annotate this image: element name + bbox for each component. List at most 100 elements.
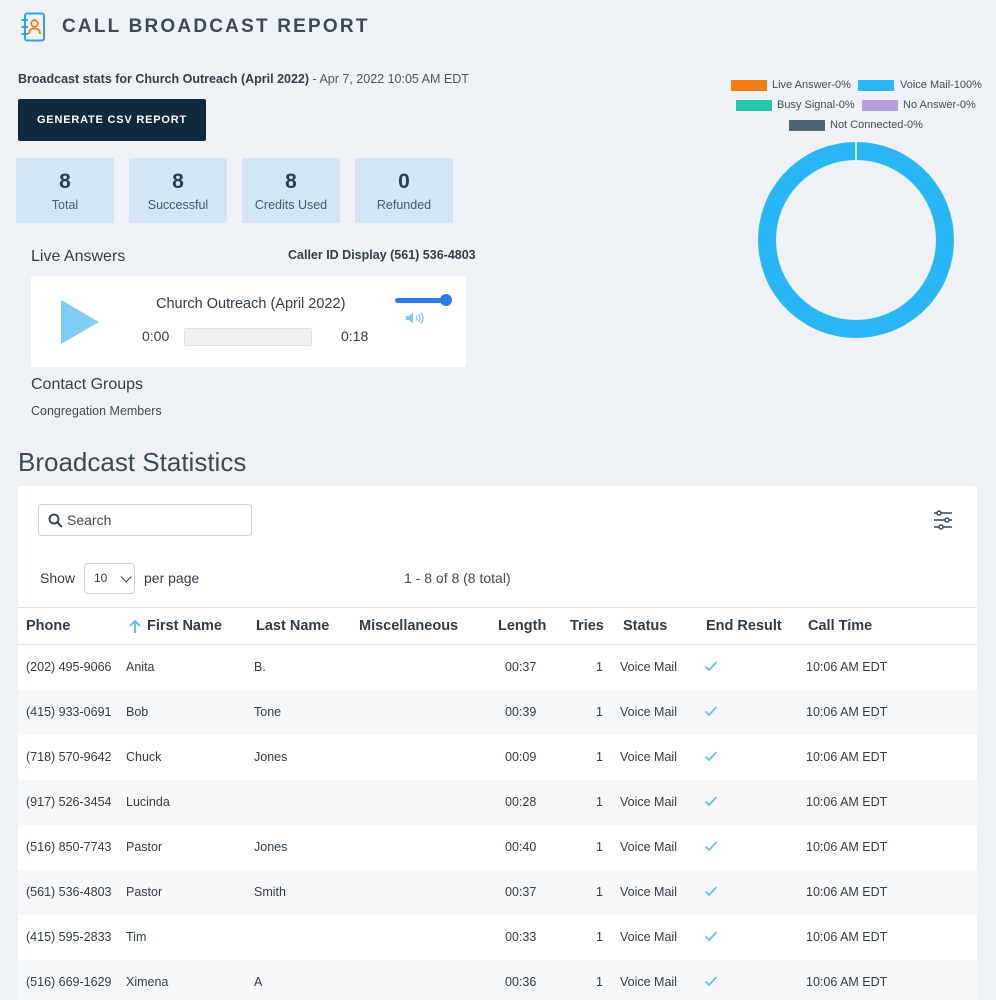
cell-first-name: Ximena [126, 975, 169, 989]
stat-value: 0 [398, 170, 410, 193]
checkmark-icon [704, 751, 718, 762]
volume-icon[interactable] [405, 311, 425, 325]
duration: 0:18 [341, 328, 369, 344]
broadcast-subtitle: Broadcast stats for Church Outreach (Apr… [18, 72, 469, 86]
cell-length: 00:39 [505, 705, 537, 719]
cell-status: Voice Mail [620, 930, 677, 944]
cell-status: Voice Mail [620, 885, 677, 899]
cell-first-name: Chuck [126, 750, 162, 764]
table-row[interactable]: (415) 933-0691 Bob Tone 00:39 1 Voice Mail 10:… [18, 690, 977, 735]
volume-slider-handle[interactable] [440, 294, 452, 306]
cell-first-name: Tim [126, 930, 147, 944]
stat-credits-used: 8 Credits Used [242, 158, 340, 223]
cell-tries: 1 [596, 660, 603, 674]
legend-busy-signal: Busy Signal-0% [777, 99, 855, 111]
contact-groups-title: Contact Groups [31, 376, 144, 393]
search-box[interactable] [38, 504, 252, 536]
table-row[interactable]: (561) 536-4803 Pastor Smith 00:37 1 Voice Mai… [18, 870, 977, 915]
checkmark-icon [704, 706, 718, 717]
per-page-value: 10 [94, 571, 108, 585]
legend-no-answer: No Answer-0% [903, 99, 976, 111]
cell-first-name: Pastor [126, 885, 163, 899]
cell-status: Voice Mail [620, 660, 677, 674]
cell-length: 00:40 [505, 840, 537, 854]
table-row[interactable]: (516) 850-7743 Pastor Jones 00:40 1 Voice Mai… [18, 825, 977, 870]
col-last-name[interactable]: Last Name [256, 618, 329, 634]
cell-status: Voice Mail [620, 975, 677, 989]
cell-last-name: Tone [254, 705, 282, 719]
table-row[interactable]: (415) 595-2833 Tim 00:33 1 Voice Mail 10:06 A… [18, 915, 977, 960]
current-time: 0:00 [142, 328, 170, 344]
statistics-panel: Show 10 per page 1 - 8 of 8 (8 total) Ph… [18, 486, 977, 1000]
col-miscellaneous[interactable]: Miscellaneous [359, 618, 458, 634]
stat-label: Credits Used [254, 198, 328, 212]
stat-label: Refunded [376, 198, 432, 212]
cell-status: Voice Mail [620, 705, 677, 719]
legend-voice-mail: Voice Mail-100% [900, 79, 982, 91]
legend-swatch-busy-signal [736, 100, 772, 111]
caller-id-display: Caller ID Display (561) 536-4803 [288, 248, 476, 262]
checkmark-icon [704, 976, 718, 987]
column-settings-icon[interactable] [932, 510, 954, 530]
chevron-down-icon [120, 571, 132, 583]
legend-swatch-live-answer [731, 80, 767, 91]
stat-value: 8 [59, 170, 71, 193]
search-input[interactable] [67, 505, 247, 535]
table-row[interactable]: (516) 669-1629 Ximena A 00:36 1 Voice Mail 10:… [18, 960, 977, 1000]
table-header: Phone First Name Last Name Miscellaneous… [18, 607, 977, 645]
stat-label: Successful [147, 198, 209, 212]
cell-last-name: Jones [254, 840, 288, 854]
cell-phone: (917) 526-3454 [26, 795, 112, 809]
broadcast-statistics-title: Broadcast Statistics [18, 447, 247, 477]
cell-call-time: 10:06 AM EDT [806, 975, 888, 989]
checkmark-icon [704, 931, 718, 942]
cell-tries: 1 [596, 840, 603, 854]
cell-status: Voice Mail [620, 795, 677, 809]
cell-call-time: 10:06 AM EDT [806, 930, 888, 944]
col-phone[interactable]: Phone [26, 618, 70, 634]
cell-last-name: Jones [254, 750, 288, 764]
legend-swatch-not-connected [789, 120, 825, 131]
cell-call-time: 10:06 AM EDT [806, 660, 888, 674]
col-length[interactable]: Length [498, 618, 546, 634]
cell-phone: (718) 570-9642 [26, 750, 112, 764]
checkmark-icon [704, 796, 718, 807]
cell-tries: 1 [596, 705, 603, 719]
cell-tries: 1 [596, 795, 603, 809]
live-answers-title: Live Answers [31, 248, 126, 265]
col-status[interactable]: Status [623, 618, 667, 634]
cell-phone: (415) 595-2833 [26, 930, 112, 944]
per-page-select[interactable]: 10 [84, 563, 135, 594]
cell-call-time: 10:06 AM EDT [806, 840, 888, 854]
col-tries[interactable]: Tries [570, 618, 604, 634]
stat-refunded: 0 Refunded [355, 158, 453, 223]
subtitle-campaign: Broadcast stats for Church Outreach (Apr… [18, 72, 310, 86]
cell-last-name: B. [254, 660, 266, 674]
cell-call-time: 10:06 AM EDT [806, 885, 888, 899]
generate-csv-button[interactable]: GENERATE CSV REPORT [18, 99, 206, 141]
checkmark-icon [704, 841, 718, 852]
cell-length: 00:36 [505, 975, 537, 989]
cell-status: Voice Mail [620, 750, 677, 764]
table-row[interactable]: (718) 570-9642 Chuck Jones 00:09 1 Voice Mail… [18, 735, 977, 780]
stat-total: 8 Total [16, 158, 114, 223]
sort-ascending-icon[interactable] [128, 619, 142, 634]
cell-tries: 1 [596, 975, 603, 989]
col-first-name[interactable]: First Name [147, 618, 222, 634]
contact-group-item: Congregation Members [31, 404, 162, 418]
cell-last-name: A [254, 975, 263, 989]
legend-swatch-voice-mail [858, 80, 894, 91]
donut-slice-voice-mail [758, 142, 954, 338]
table-row[interactable]: (917) 526-3454 Lucinda 00:28 1 Voice Mail 10:… [18, 780, 977, 825]
cell-call-time: 10:06 AM EDT [806, 795, 888, 809]
cell-length: 00:09 [505, 750, 537, 764]
cell-first-name: Lucinda [126, 795, 170, 809]
cell-length: 00:28 [505, 795, 537, 809]
cell-phone: (516) 669-1629 [26, 975, 112, 989]
audio-progress-bar[interactable] [184, 328, 312, 346]
col-call-time[interactable]: Call Time [808, 618, 872, 634]
col-end-result[interactable]: End Result [706, 618, 782, 634]
cell-tries: 1 [596, 750, 603, 764]
stat-successful: 8 Successful [129, 158, 227, 223]
table-row[interactable]: (202) 495-9066 Anita B. 00:37 1 Voice Mail 10:… [18, 645, 977, 690]
